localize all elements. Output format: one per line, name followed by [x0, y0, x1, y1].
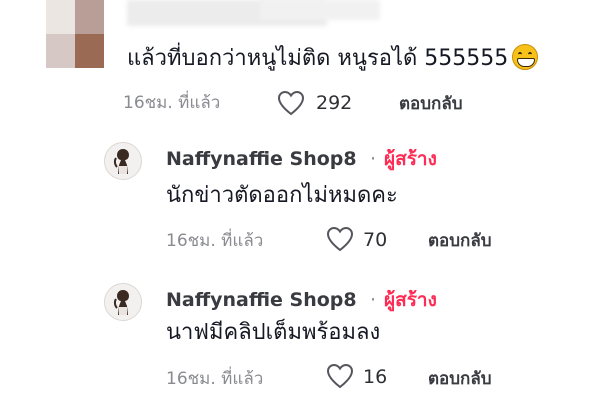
reply-2-creator-badge: ผู้สร้าง	[384, 289, 437, 311]
reply-2-reply-button[interactable]: ตอบกลับ	[428, 368, 492, 390]
main-comment-like-count: 292	[316, 92, 353, 114]
main-comment-reply-button[interactable]: ตอบกลับ	[399, 93, 463, 115]
main-comment-body: แล้วที่บอกว่าหนูไม่ติด หนูรอได้ 555555	[127, 46, 509, 71]
creator-avatar[interactable]	[104, 283, 142, 321]
reply-1-text: นักข่าวตัดออกไม่หมดคะ	[166, 183, 398, 208]
reply-1-creator-badge: ผู้สร้าง	[384, 148, 437, 170]
reply-1-time: 16ชม. ที่แล้ว	[166, 231, 264, 251]
reply-1-like-heart-icon[interactable]	[326, 226, 354, 252]
main-comment-text: แล้วที่บอกว่าหนูไม่ติด หนูรอได้ 555555	[127, 44, 539, 74]
like-heart-icon[interactable]	[277, 90, 305, 116]
reply-2-text: นาฟมีคลิปเต็มพร้อมลง	[166, 320, 381, 345]
reply-1-separator: ·	[370, 148, 377, 170]
reply-2-like-heart-icon[interactable]	[326, 363, 354, 389]
creator-avatar-figure	[113, 290, 129, 315]
reply-2-like-count: 16	[363, 366, 388, 388]
commenter-name-redacted-extra	[260, 0, 380, 20]
reply-1-reply-button[interactable]: ตอบกลับ	[428, 230, 492, 252]
reply-1-like-count: 70	[363, 229, 388, 251]
creator-avatar[interactable]	[104, 142, 142, 180]
main-comment-time: 16ชม. ที่แล้ว	[123, 93, 221, 113]
reply-2-time: 16ชม. ที่แล้ว	[166, 369, 264, 389]
reply-1-username[interactable]: Naffynaffie Shop8	[166, 147, 357, 171]
reply-2-separator: ·	[370, 289, 377, 311]
commenter-avatar[interactable]	[46, 0, 104, 68]
reply-2-username[interactable]: Naffynaffie Shop8	[166, 288, 357, 312]
creator-avatar-figure	[113, 149, 129, 174]
grinning-face-icon	[512, 44, 539, 70]
